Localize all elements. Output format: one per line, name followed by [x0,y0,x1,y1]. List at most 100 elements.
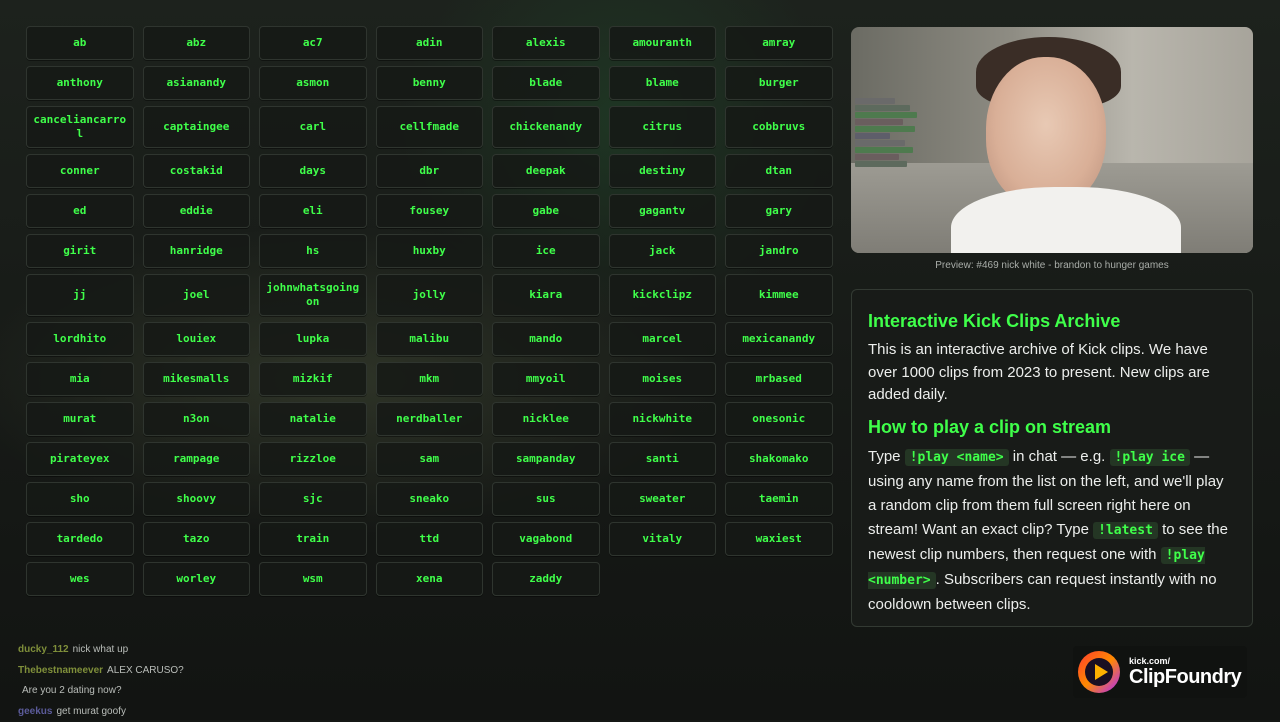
streamer-button-dbr[interactable]: dbr [376,154,484,188]
streamer-button-eddie[interactable]: eddie [143,194,251,228]
streamer-button-asmon[interactable]: asmon [259,66,367,100]
streamer-button-adin[interactable]: adin [376,26,484,60]
streamer-button-nerdballer[interactable]: nerdballer [376,402,484,436]
streamer-button-hs[interactable]: hs [259,234,367,268]
streamer-button-jack[interactable]: jack [609,234,717,268]
streamer-button-gary[interactable]: gary [725,194,833,228]
streamer-button-cobbruvs[interactable]: cobbruvs [725,106,833,148]
streamer-button-santi[interactable]: santi [609,442,717,476]
streamer-button-mia[interactable]: mia [26,362,134,396]
streamer-button-n3on[interactable]: n3on [143,402,251,436]
streamer-button-mkm[interactable]: mkm [376,362,484,396]
streamer-button-sweater[interactable]: sweater [609,482,717,516]
streamer-button-sam[interactable]: sam [376,442,484,476]
streamer-button-mikesmalls[interactable]: mikesmalls [143,362,251,396]
streamer-button-shakomako[interactable]: shakomako [725,442,833,476]
streamer-button-deepak[interactable]: deepak [492,154,600,188]
streamer-button-abz[interactable]: abz [143,26,251,60]
streamer-button-tardedo[interactable]: tardedo [26,522,134,556]
streamer-button-train[interactable]: train [259,522,367,556]
streamer-button-wsm[interactable]: wsm [259,562,367,596]
streamer-button-lupka[interactable]: lupka [259,322,367,356]
streamer-button-sneako[interactable]: sneako [376,482,484,516]
streamer-button-mmyoil[interactable]: mmyoil [492,362,600,396]
streamer-button-mrbased[interactable]: mrbased [725,362,833,396]
streamer-button-jolly[interactable]: jolly [376,274,484,316]
streamer-button-asianandy[interactable]: asianandy [143,66,251,100]
streamer-button-eli[interactable]: eli [259,194,367,228]
streamer-button-carl[interactable]: carl [259,106,367,148]
streamer-button-benny[interactable]: benny [376,66,484,100]
streamer-button-moises[interactable]: moises [609,362,717,396]
streamer-button-rampage[interactable]: rampage [143,442,251,476]
streamer-button-murat[interactable]: murat [26,402,134,436]
streamer-button-ab[interactable]: ab [26,26,134,60]
logo-big-text: ClipFoundry [1129,666,1241,688]
streamer-button-chickenandy[interactable]: chickenandy [492,106,600,148]
streamer-button-kimmee[interactable]: kimmee [725,274,833,316]
streamer-button-anthony[interactable]: anthony [26,66,134,100]
streamer-button-fousey[interactable]: fousey [376,194,484,228]
streamer-button-gagantv[interactable]: gagantv [609,194,717,228]
streamer-button-days[interactable]: days [259,154,367,188]
streamer-button-mando[interactable]: mando [492,322,600,356]
streamer-button-mizkif[interactable]: mizkif [259,362,367,396]
streamer-button-rizzloe[interactable]: rizzloe [259,442,367,476]
streamer-button-waxiest[interactable]: waxiest [725,522,833,556]
chat-message: ALEX CARUSO? [107,665,184,676]
streamer-button-worley[interactable]: worley [143,562,251,596]
streamer-button-louiex[interactable]: louiex [143,322,251,356]
streamer-button-kiara[interactable]: kiara [492,274,600,316]
streamer-button-huxby[interactable]: huxby [376,234,484,268]
streamer-button-girit[interactable]: girit [26,234,134,268]
streamer-button-tazo[interactable]: tazo [143,522,251,556]
streamer-button-amouranth[interactable]: amouranth [609,26,717,60]
streamer-button-vitaly[interactable]: vitaly [609,522,717,556]
streamer-button-sjc[interactable]: sjc [259,482,367,516]
streamer-button-pirateyex[interactable]: pirateyex [26,442,134,476]
streamer-button-hanridge[interactable]: hanridge [143,234,251,268]
streamer-button-costakid[interactable]: costakid [143,154,251,188]
streamer-button-mexicanandy[interactable]: mexicanandy [725,322,833,356]
streamer-button-ed[interactable]: ed [26,194,134,228]
streamer-button-captaingee[interactable]: captaingee [143,106,251,148]
streamer-button-sus[interactable]: sus [492,482,600,516]
streamer-button-vagabond[interactable]: vagabond [492,522,600,556]
streamer-button-cellfmade[interactable]: cellfmade [376,106,484,148]
streamer-button-nicklee[interactable]: nicklee [492,402,600,436]
streamer-button-canceliancarrol[interactable]: canceliancarrol [26,106,134,148]
streamer-button-conner[interactable]: conner [26,154,134,188]
streamer-button-alexis[interactable]: alexis [492,26,600,60]
streamer-button-sampanday[interactable]: sampanday [492,442,600,476]
clip-preview-video[interactable] [851,27,1253,253]
streamer-button-nickwhite[interactable]: nickwhite [609,402,717,436]
streamer-button-onesonic[interactable]: onesonic [725,402,833,436]
streamer-button-gabe[interactable]: gabe [492,194,600,228]
streamer-button-blame[interactable]: blame [609,66,717,100]
streamer-button-blade[interactable]: blade [492,66,600,100]
streamer-button-sho[interactable]: sho [26,482,134,516]
streamer-button-jj[interactable]: jj [26,274,134,316]
streamer-button-destiny[interactable]: destiny [609,154,717,188]
streamer-button-shoovy[interactable]: shoovy [143,482,251,516]
background-chat-line: ducky_112nick what up [18,640,338,661]
streamer-button-zaddy[interactable]: zaddy [492,562,600,596]
streamer-button-ttd[interactable]: ttd [376,522,484,556]
streamer-button-natalie[interactable]: natalie [259,402,367,436]
streamer-button-amray[interactable]: amray [725,26,833,60]
streamer-button-jandro[interactable]: jandro [725,234,833,268]
streamer-button-kickclipz[interactable]: kickclipz [609,274,717,316]
streamer-button-citrus[interactable]: citrus [609,106,717,148]
streamer-button-xena[interactable]: xena [376,562,484,596]
streamer-button-wes[interactable]: wes [26,562,134,596]
streamer-button-joel[interactable]: joel [143,274,251,316]
streamer-button-dtan[interactable]: dtan [725,154,833,188]
streamer-button-lordhito[interactable]: lordhito [26,322,134,356]
streamer-button-burger[interactable]: burger [725,66,833,100]
streamer-button-taemin[interactable]: taemin [725,482,833,516]
streamer-button-johnwhatsgoingon[interactable]: johnwhatsgoingon [259,274,367,316]
streamer-button-marcel[interactable]: marcel [609,322,717,356]
streamer-button-ac7[interactable]: ac7 [259,26,367,60]
streamer-button-malibu[interactable]: malibu [376,322,484,356]
streamer-button-ice[interactable]: ice [492,234,600,268]
